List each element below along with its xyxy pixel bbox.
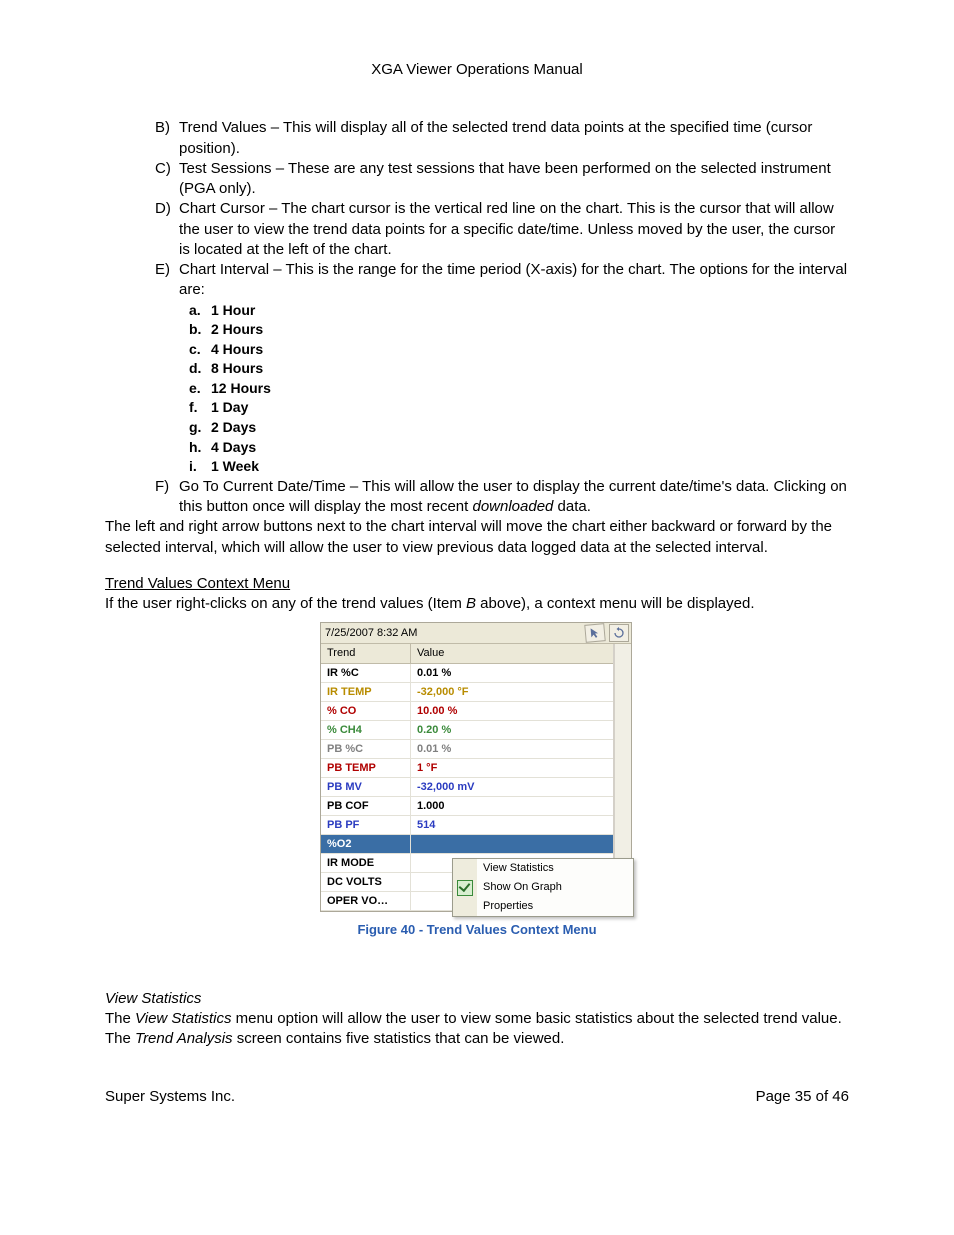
refresh-icon[interactable] (609, 624, 629, 642)
table-row[interactable]: %O2 (321, 835, 613, 854)
table-header-row: Trend Value (321, 644, 613, 664)
item-d: D)Chart Cursor – The chart cursor is the… (155, 199, 849, 260)
menu-properties[interactable]: Properties (453, 897, 633, 916)
cell-trend-name: PB MV (321, 778, 411, 796)
figure-40: 7/25/2007 8:32 AM Trend Value IR (105, 622, 849, 938)
cell-trend-value: -32,000 mV (411, 778, 613, 796)
cell-trend-value: 514 (411, 816, 613, 834)
cell-trend-name: IR MODE (321, 854, 411, 872)
cursor-mode-icon[interactable] (584, 624, 605, 644)
cell-trend-value: 0.01 % (411, 664, 613, 682)
table-row[interactable]: PB COF1.000 (321, 797, 613, 816)
table-row[interactable]: PB %C0.01 % (321, 740, 613, 759)
lettered-list: B)Trend Values – This will display all o… (105, 118, 849, 300)
cell-trend-value: 1 °F (411, 759, 613, 777)
context-menu: View Statistics Show On Graph Properties (452, 858, 634, 917)
cell-trend-name: % CH4 (321, 721, 411, 739)
cell-trend-name: PB %C (321, 740, 411, 758)
panel-header: 7/25/2007 8:32 AM (321, 623, 631, 644)
cell-trend-value: -32,000 °F (411, 683, 613, 701)
cell-trend-value: 10.00 % (411, 702, 613, 720)
view-statistics-heading: View Statistics (105, 989, 849, 1009)
menu-view-statistics[interactable]: View Statistics (453, 859, 633, 878)
cell-trend-name: PB COF (321, 797, 411, 815)
cell-trend-name: PB PF (321, 816, 411, 834)
cell-trend-name: % CO (321, 702, 411, 720)
cell-trend-name: %O2 (321, 835, 411, 853)
footer-page-number: Page 35 of 46 (756, 1087, 849, 1107)
cell-trend-value: 0.01 % (411, 740, 613, 758)
page-footer: Super Systems Inc. Page 35 of 46 (105, 1087, 849, 1107)
interval-sublist: a.1 Hour b.2 Hours c.4 Hours d.8 Hours e… (105, 301, 849, 477)
col-value: Value (411, 644, 613, 663)
cell-trend-name: DC VOLTS (321, 873, 411, 891)
table-row[interactable]: IR %C0.01 % (321, 664, 613, 683)
cell-trend-name: PB TEMP (321, 759, 411, 777)
table-row[interactable]: PB MV-32,000 mV (321, 778, 613, 797)
panel-timestamp: 7/25/2007 8:32 AM (325, 626, 585, 641)
cell-trend-name: OPER VO… (321, 892, 411, 910)
cell-trend-name: IR TEMP (321, 683, 411, 701)
item-f: F) Go To Current Date/Time – This will a… (155, 477, 849, 518)
cell-trend-name: IR %C (321, 664, 411, 682)
cell-trend-value: 1.000 (411, 797, 613, 815)
item-b: B)Trend Values – This will display all o… (155, 118, 849, 159)
table-row[interactable]: PB PF514 (321, 816, 613, 835)
table-row[interactable]: % CH40.20 % (321, 721, 613, 740)
cell-trend-value: 0.20 % (411, 721, 613, 739)
item-e: E)Chart Interval – This is the range for… (155, 260, 849, 301)
col-trend: Trend (321, 644, 411, 663)
figure-caption: Figure 40 - Trend Values Context Menu (357, 921, 596, 939)
view-statistics-p1: The View Statistics menu option will all… (105, 1009, 849, 1029)
tv-heading: Trend Values Context Menu (105, 574, 849, 594)
table-row[interactable]: PB TEMP1 °F (321, 759, 613, 778)
post-list-para: The left and right arrow buttons next to… (105, 517, 849, 558)
lettered-list-2: F) Go To Current Date/Time – This will a… (105, 477, 849, 518)
view-statistics-p2: The Trend Analysis screen contains five … (105, 1029, 849, 1049)
page-title: XGA Viewer Operations Manual (105, 60, 849, 80)
tv-intro: If the user right-clicks on any of the t… (105, 594, 849, 614)
table-row[interactable]: % CO10.00 % (321, 702, 613, 721)
footer-company: Super Systems Inc. (105, 1087, 235, 1107)
menu-show-on-graph[interactable]: Show On Graph (453, 878, 633, 897)
item-c: C)Test Sessions – These are any test ses… (155, 159, 849, 200)
table-row[interactable]: IR TEMP-32,000 °F (321, 683, 613, 702)
check-icon (457, 880, 473, 896)
cell-trend-value (411, 835, 613, 853)
